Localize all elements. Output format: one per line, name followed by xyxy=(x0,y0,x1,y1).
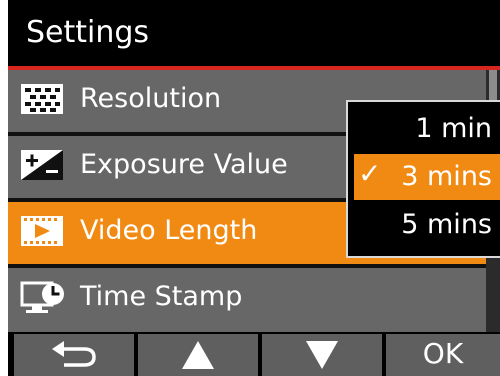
down-triangle-icon xyxy=(306,341,338,369)
camera-settings-screen: Settings Resolution Exposure Value Video… xyxy=(8,0,500,376)
up-button[interactable] xyxy=(138,334,258,376)
film-play-icon xyxy=(20,214,68,250)
footer-toolbar: OK xyxy=(8,332,500,376)
ok-button[interactable]: OK xyxy=(386,334,500,376)
down-button[interactable] xyxy=(262,334,382,376)
checkmark-icon: ✓ xyxy=(358,157,382,190)
header: Settings xyxy=(8,0,500,66)
dropdown-option[interactable]: 5 mins xyxy=(354,202,500,248)
clock-monitor-icon xyxy=(20,280,68,316)
menu-item-label: Resolution xyxy=(80,83,222,114)
menu-item-label: Time Stamp xyxy=(80,281,243,312)
up-triangle-icon xyxy=(182,341,214,369)
resolution-grid-icon xyxy=(20,82,68,118)
dropdown-option-selected[interactable]: ✓ 3 mins xyxy=(354,154,500,200)
dropdown-option-label: 1 min xyxy=(415,113,492,144)
ok-button-label: OK xyxy=(422,337,464,370)
back-button[interactable] xyxy=(14,334,134,376)
menu-item-label: Video Length xyxy=(80,215,258,246)
dropdown-option-label: 3 mins xyxy=(401,161,492,192)
menu-item-label: Exposure Value xyxy=(80,149,288,180)
menu-item-time-stamp[interactable]: Time Stamp xyxy=(8,268,486,330)
dropdown-option-label: 5 mins xyxy=(401,209,492,240)
exposure-plus-minus-icon xyxy=(20,148,68,184)
video-length-dropdown: 1 min ✓ 3 mins 5 mins xyxy=(346,100,500,258)
dropdown-option[interactable]: 1 min xyxy=(354,106,500,152)
page-title: Settings xyxy=(26,15,150,50)
back-arrow-icon xyxy=(52,341,96,367)
